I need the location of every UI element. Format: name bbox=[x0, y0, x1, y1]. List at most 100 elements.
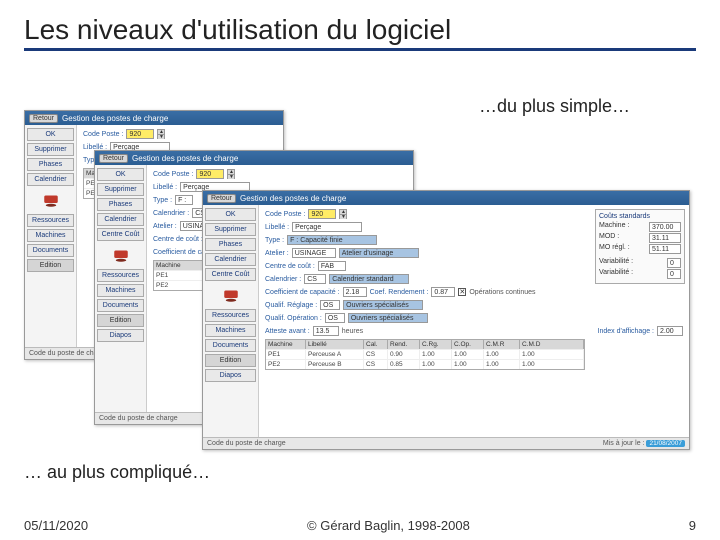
back-button[interactable]: Retour bbox=[99, 154, 128, 163]
label-atteste: Atteste avant : bbox=[265, 328, 310, 335]
centre-cout-button[interactable]: Centre Coût bbox=[205, 268, 256, 281]
label-atelier: Atelier : bbox=[153, 223, 177, 230]
documents-button[interactable]: Documents bbox=[27, 244, 74, 257]
ok-button[interactable]: OK bbox=[205, 208, 256, 221]
titlebar: Retour Gestion des postes de charge bbox=[25, 111, 283, 125]
edition-button[interactable]: Edition bbox=[205, 354, 256, 367]
qreg-desc: Ouvriers spécialisés bbox=[343, 300, 423, 310]
libelle-field[interactable]: Perçage bbox=[292, 222, 362, 232]
titlebar: Retour Gestion des postes de charge bbox=[95, 151, 413, 165]
back-button[interactable]: Retour bbox=[207, 194, 236, 203]
machines-button[interactable]: Machines bbox=[27, 229, 74, 242]
cost-mod: 31.11 bbox=[649, 233, 681, 243]
resources-button[interactable]: Ressources bbox=[205, 309, 256, 322]
documents-button[interactable]: Documents bbox=[205, 339, 256, 352]
coef-field[interactable]: 2.18 bbox=[343, 287, 367, 297]
edition-button[interactable]: Edition bbox=[27, 259, 74, 272]
type-field[interactable]: F : Capacité finie bbox=[287, 235, 377, 245]
window-complex: Retour Gestion des postes de charge OK S… bbox=[202, 190, 690, 450]
code-field[interactable]: 920 bbox=[126, 129, 154, 139]
qreg-field[interactable]: OS bbox=[320, 300, 340, 310]
updated-date: 21/08/2007 bbox=[646, 440, 685, 447]
atelier-field[interactable]: USINAGE bbox=[292, 248, 336, 258]
label-code: Code Poste : bbox=[153, 171, 193, 178]
code-spinner[interactable]: ▲▼ bbox=[227, 169, 235, 179]
resource-icon bbox=[219, 285, 243, 305]
diapos-button[interactable]: Diapos bbox=[205, 369, 256, 382]
window-title: Gestion des postes de charge bbox=[132, 154, 238, 163]
label-libelle: Libellé : bbox=[153, 184, 177, 191]
ok-button[interactable]: OK bbox=[27, 128, 74, 141]
col-machine: Machine bbox=[266, 340, 306, 349]
machines-button[interactable]: Machines bbox=[97, 284, 144, 297]
code-spinner[interactable]: ▲▼ bbox=[339, 209, 347, 219]
type-field[interactable]: F : bbox=[175, 195, 193, 205]
atelier-desc: Atelier d'usinage bbox=[339, 248, 419, 258]
atteste-field[interactable]: 13.5 bbox=[313, 326, 339, 336]
label-qreg: Qualif. Réglage : bbox=[265, 302, 317, 309]
label-coef: Coefficient de capacité : bbox=[265, 289, 340, 296]
diapos-button[interactable]: Diapos bbox=[97, 329, 144, 342]
resource-icon bbox=[39, 190, 63, 210]
titlebar: Retour Gestion des postes de charge bbox=[203, 191, 689, 205]
code-field[interactable]: 920 bbox=[196, 169, 224, 179]
col-machine: Machine bbox=[154, 261, 204, 270]
col-cmd: C.M.D bbox=[520, 340, 584, 349]
status-right: Mis à jour le : 21/08/2007 bbox=[603, 440, 685, 447]
cost-moregl: 51.11 bbox=[649, 244, 681, 254]
ops-checkbox[interactable]: ✕ bbox=[458, 288, 466, 296]
calendar-button[interactable]: Calendrier bbox=[27, 173, 74, 186]
table-row: PE1Perceuse ACS0.901.001.001.001.00 bbox=[266, 349, 584, 359]
sidebar: OK Supprimer Phases Calendrier Centre Co… bbox=[95, 165, 147, 412]
centrecout-field[interactable]: FAB bbox=[318, 261, 346, 271]
ok-button[interactable]: OK bbox=[97, 168, 144, 181]
label-calendrier: Calendrier : bbox=[265, 276, 301, 283]
label-qop: Qualif. Opération : bbox=[265, 315, 322, 322]
label-code: Code Poste : bbox=[265, 211, 305, 218]
title-underline bbox=[24, 48, 696, 51]
centre-cout-button[interactable]: Centre Coût bbox=[97, 228, 144, 241]
var1-field[interactable]: 0 bbox=[667, 258, 681, 268]
machines-button[interactable]: Machines bbox=[205, 324, 256, 337]
delete-button[interactable]: Supprimer bbox=[27, 143, 74, 156]
code-spinner[interactable]: ▲▼ bbox=[157, 129, 165, 139]
calendrier-field[interactable]: CS bbox=[304, 274, 326, 284]
label-type: Type : bbox=[153, 197, 172, 204]
code-field[interactable]: 920 bbox=[308, 209, 336, 219]
edition-button[interactable]: Edition bbox=[97, 314, 144, 327]
col-libelle: Libellé bbox=[306, 340, 364, 349]
phases-button[interactable]: Phases bbox=[205, 238, 256, 251]
footer-page: 9 bbox=[689, 518, 696, 533]
window-title: Gestion des postes de charge bbox=[240, 194, 346, 203]
delete-button[interactable]: Supprimer bbox=[97, 183, 144, 196]
back-button[interactable]: Retour bbox=[29, 114, 58, 123]
index-field[interactable]: 2.00 bbox=[657, 326, 683, 336]
slide-title: Les niveaux d'utilisation du logiciel bbox=[0, 0, 720, 48]
label-code: Code Poste : bbox=[83, 131, 123, 138]
status-bar: Code du poste de charge Mis à jour le : … bbox=[203, 437, 689, 449]
label-index: Index d'affichage : bbox=[598, 328, 654, 335]
machines-table: Machine Libellé Cal. Rend. C.Rg. C.Op. C… bbox=[265, 339, 585, 370]
window-title: Gestion des postes de charge bbox=[62, 114, 168, 123]
screenshots-stage: Retour Gestion des postes de charge OK S… bbox=[24, 110, 696, 460]
col-rend: Rend. bbox=[388, 340, 420, 349]
calendar-button[interactable]: Calendrier bbox=[97, 213, 144, 226]
delete-button[interactable]: Supprimer bbox=[205, 223, 256, 236]
rendement-field[interactable]: 0.87 bbox=[431, 287, 455, 297]
form-main: Code Poste : 920 ▲▼ ✕ Poste critique Lib… bbox=[259, 205, 689, 437]
status-left: Code du poste de charge bbox=[207, 440, 286, 447]
sidebar: OK Supprimer Phases Calendrier Centre Co… bbox=[203, 205, 259, 437]
table-row: PE2Perceuse BCS0.851.001.001.001.00 bbox=[266, 359, 584, 369]
qop-field[interactable]: OS bbox=[325, 313, 345, 323]
resources-button[interactable]: Ressources bbox=[27, 214, 74, 227]
documents-button[interactable]: Documents bbox=[97, 299, 144, 312]
var2-field[interactable]: 0 bbox=[667, 269, 681, 279]
label-heures: heures bbox=[342, 328, 363, 335]
phases-button[interactable]: Phases bbox=[97, 198, 144, 211]
col-cop: C.Op. bbox=[452, 340, 484, 349]
resources-button[interactable]: Ressources bbox=[97, 269, 144, 282]
phases-button[interactable]: Phases bbox=[27, 158, 74, 171]
calendar-button[interactable]: Calendrier bbox=[205, 253, 256, 266]
calendrier-desc: Calendrier standard bbox=[329, 274, 409, 284]
costs-panel: Coûts standards Machine :370.00 MOD :31.… bbox=[595, 209, 685, 284]
